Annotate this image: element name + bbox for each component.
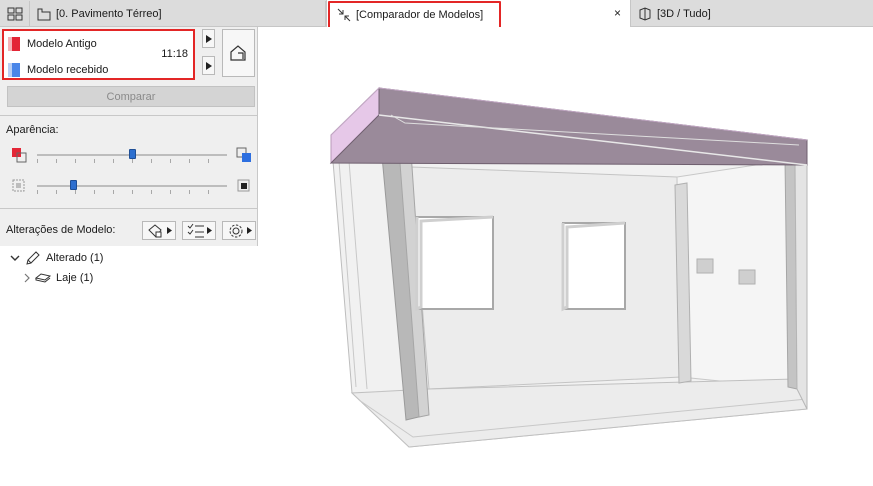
window xyxy=(562,222,626,310)
grid-icon xyxy=(7,7,22,21)
model-old-color-swatch xyxy=(8,36,20,51)
model-compare-panel: Modelo Antigo Modelo recebido 11:18 Comp… xyxy=(0,27,258,486)
model-time: 11:18 xyxy=(161,48,188,60)
model-old-row[interactable]: Modelo Antigo xyxy=(8,35,97,52)
compare-icon xyxy=(335,6,353,24)
pencil-icon xyxy=(26,250,40,265)
red-overlap-icon xyxy=(12,148,27,163)
checklist-button[interactable] xyxy=(182,221,216,240)
filter-elements-button[interactable] xyxy=(142,221,176,240)
compare-button[interactable]: Comparar xyxy=(7,86,255,107)
model-received-label: Modelo recebido xyxy=(27,63,109,76)
tab-floor-plan-label: [0. Pavimento Térreo] xyxy=(56,8,162,20)
gear-icon xyxy=(229,224,242,237)
tab-3d-view[interactable]: [3D / Tudo] xyxy=(632,1,873,27)
divider xyxy=(0,115,258,116)
tab-3d-view-label: [3D / Tudo] xyxy=(657,8,711,20)
building-model xyxy=(329,86,808,448)
tab-floor-plan[interactable]: [0. Pavimento Térreo] xyxy=(31,1,326,27)
element-filter-icon xyxy=(147,223,162,238)
model-old-label: Modelo Antigo xyxy=(27,37,97,50)
settings-button[interactable] xyxy=(222,221,256,240)
checklist-icon xyxy=(187,223,204,237)
triangle-right-icon xyxy=(205,61,212,70)
model-received-row[interactable]: Modelo recebido xyxy=(8,61,108,78)
tab-bar: [0. Pavimento Térreo] [Comparador de Mod… xyxy=(0,0,873,29)
blue-overlap-icon xyxy=(236,147,251,162)
triangle-right-icon xyxy=(206,227,212,234)
wall-fixture xyxy=(696,258,714,274)
model-old-menu-button[interactable] xyxy=(202,29,215,48)
divider xyxy=(0,208,258,209)
chevron-right-icon[interactable] xyxy=(22,273,32,283)
slab-icon xyxy=(35,272,51,283)
dark-square-icon xyxy=(237,179,250,192)
triangle-right-icon xyxy=(246,227,252,234)
tab-model-compare[interactable]: [Comparador de Modelos] × xyxy=(326,0,631,29)
wall-fixture xyxy=(738,269,756,285)
slider-thumb[interactable] xyxy=(69,180,77,190)
close-tab-icon[interactable]: × xyxy=(614,6,621,20)
appearance-slider-1[interactable] xyxy=(37,149,227,163)
model-received-menu-button[interactable] xyxy=(202,56,215,75)
tree-item-slab[interactable]: Laje (1) xyxy=(22,269,93,286)
slab-top xyxy=(329,87,808,166)
appearance-slider-2[interactable] xyxy=(37,180,227,194)
slider-thumb[interactable] xyxy=(128,149,136,159)
changes-tree: Alterado (1) Laje (1) xyxy=(0,246,258,486)
window xyxy=(416,216,494,310)
view-grid-button[interactable] xyxy=(0,1,30,27)
floor-plan-icon xyxy=(35,5,53,23)
model-options-button[interactable] xyxy=(222,29,255,77)
tree-item-label: Alterado (1) xyxy=(46,251,104,264)
cube-icon xyxy=(636,5,654,23)
3d-viewport[interactable] xyxy=(259,27,873,486)
model-house-icon xyxy=(229,45,246,61)
triangle-right-icon xyxy=(166,227,172,234)
model-received-color-swatch xyxy=(8,62,20,77)
models-selector: Modelo Antigo Modelo recebido 11:18 xyxy=(2,29,195,80)
tab-model-compare-label: [Comparador de Modelos] xyxy=(356,9,484,21)
tree-item-modified[interactable]: Alterado (1) xyxy=(10,249,103,266)
chevron-down-icon[interactable] xyxy=(10,253,20,263)
appearance-title: Aparência: xyxy=(6,124,59,136)
tree-item-label: Laje (1) xyxy=(56,271,94,284)
light-square-icon xyxy=(12,179,25,192)
model-changes-title: Alterações de Modelo: xyxy=(6,224,116,236)
triangle-right-icon xyxy=(205,34,212,43)
